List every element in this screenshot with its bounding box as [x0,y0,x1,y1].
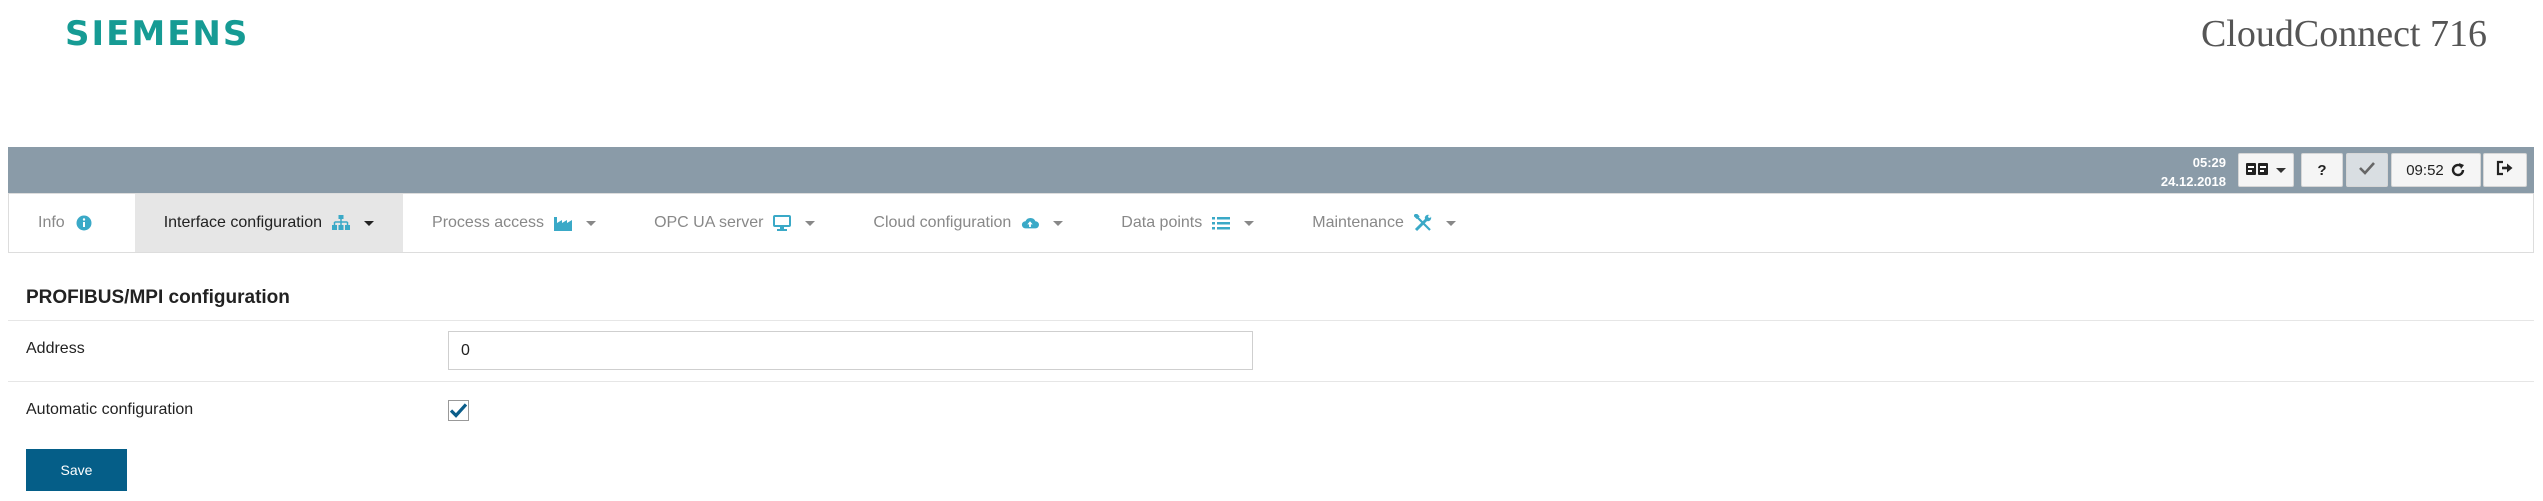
logout-icon [2496,160,2514,180]
tab-label: Process access [432,214,545,231]
siemens-logo: SIEMENS [65,14,250,54]
tab-label: Maintenance [1312,214,1404,231]
tab-data-points[interactable]: Data points [1092,194,1283,252]
chevron-down-icon [1445,220,1456,226]
main-navigation: Info Interface configuration Process acc… [8,193,2534,253]
product-name: CloudConnect 716 [2200,13,2487,55]
language-dropdown-button[interactable] [2238,153,2294,187]
current-date: 24.12.2018 [2160,174,2226,189]
tab-label: Interface configuration [163,214,323,231]
tab-opc-ua-server[interactable]: OPC UA server [625,194,844,252]
network-icon [332,214,351,232]
list-icon [1212,214,1231,232]
tab-info[interactable]: Info [9,194,135,252]
info-icon [75,214,93,232]
address-label: Address [26,340,85,357]
question-icon: ? [2317,161,2327,179]
date-time-display: 05:29 24.12.2018 [2106,153,2226,191]
divider [8,320,2534,321]
refresh-icon [2450,162,2466,178]
current-time: 05:29 [2192,155,2226,170]
chevron-down-icon [1244,220,1255,226]
tab-label: Info [38,214,65,231]
chevron-down-icon [1053,220,1064,226]
cloud-upload-icon [1021,214,1040,232]
chevron-down-icon [586,220,597,226]
session-timer: 09:52 [2406,161,2444,179]
session-timer-button[interactable]: 09:52 [2391,153,2481,187]
tab-cloud-configuration[interactable]: Cloud configuration [844,194,1092,252]
factory-icon [554,214,573,232]
automatic-configuration-checkbox[interactable] [448,400,469,421]
divider [8,381,2534,382]
monitor-icon [773,214,792,232]
chevron-down-icon [2276,167,2286,173]
tab-label: Cloud configuration [873,214,1012,231]
tab-maintenance[interactable]: Maintenance [1283,194,1485,252]
confirm-button[interactable] [2346,153,2388,187]
save-button[interactable]: Save [26,449,127,491]
language-icon [2246,162,2268,179]
check-icon [450,403,467,418]
tab-interface-configuration[interactable]: Interface configuration [134,194,404,252]
chevron-down-icon [364,220,375,226]
tab-label: OPC UA server [654,214,764,231]
page-title: PROFIBUS/MPI configuration [26,287,290,308]
status-bar: 05:29 24.12.2018 ? 09:52 [8,147,2534,193]
logout-button[interactable] [2483,153,2527,187]
chevron-down-icon [805,220,816,226]
tab-label: Data points [1121,214,1203,231]
tab-process-access[interactable]: Process access [403,194,625,252]
address-input[interactable] [448,331,1253,370]
automatic-configuration-label: Automatic configuration [26,401,194,418]
check-icon [2359,161,2375,179]
tools-icon [1413,214,1432,232]
help-button[interactable]: ? [2301,153,2343,187]
